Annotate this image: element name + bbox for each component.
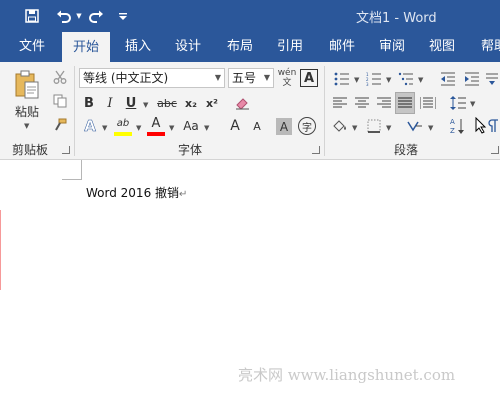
cut-icon[interactable] bbox=[50, 68, 70, 86]
tab-home[interactable]: 开始 bbox=[62, 32, 110, 62]
shading-icon[interactable] bbox=[330, 116, 350, 136]
character-shading-button[interactable]: A bbox=[276, 118, 292, 135]
increase-indent-icon[interactable] bbox=[462, 70, 482, 88]
distributed-align-icon[interactable] bbox=[418, 93, 438, 113]
paste-button-label[interactable]: 粘贴 bbox=[10, 104, 44, 119]
ribbon-tabs: 文件 开始 插入 设计 布局 引用 邮件 审阅 视图 帮助 bbox=[0, 32, 500, 62]
highlight-dropdown-icon[interactable]: ▼ bbox=[136, 124, 141, 132]
save-icon[interactable] bbox=[22, 6, 42, 26]
undo-dropdown-icon[interactable]: ▼ bbox=[74, 6, 84, 26]
paste-icon[interactable] bbox=[10, 70, 44, 100]
ribbon-home: 粘贴 ▼ 剪贴板 等线 (中文正文) ▼ 五号 ▼ wén 文 A B I U … bbox=[0, 62, 500, 160]
paragraph-mark: ↵ bbox=[179, 189, 188, 200]
phonetic-guide-button[interactable]: wén 文 bbox=[277, 66, 297, 90]
bullets-dropdown-icon[interactable]: ▼ bbox=[354, 76, 359, 84]
font-name-value: 等线 (中文正文) bbox=[83, 71, 169, 85]
borders-dropdown-icon[interactable]: ▼ bbox=[386, 124, 391, 132]
tab-file[interactable]: 文件 bbox=[8, 32, 56, 62]
undo-icon[interactable] bbox=[52, 6, 76, 26]
svg-text:A: A bbox=[450, 118, 455, 126]
tab-help[interactable]: 帮助 bbox=[470, 32, 500, 62]
chevron-down-icon: ▼ bbox=[263, 73, 270, 82]
borders-icon[interactable] bbox=[364, 116, 384, 136]
change-case-dropdown-icon[interactable]: ▼ bbox=[204, 124, 209, 132]
line-spacing-dropdown-icon[interactable]: ▼ bbox=[470, 100, 475, 108]
tab-references[interactable]: 引用 bbox=[266, 32, 314, 62]
asian-layout-dropdown-icon[interactable]: ▼ bbox=[428, 124, 433, 132]
copy-icon[interactable] bbox=[50, 92, 70, 110]
svg-text:3: 3 bbox=[366, 82, 369, 86]
shrink-font-button[interactable]: A bbox=[248, 115, 266, 137]
font-group-label: 字体 bbox=[178, 143, 203, 157]
superscript-button[interactable]: x² bbox=[203, 93, 221, 113]
font-size-select[interactable]: 五号 ▼ bbox=[228, 68, 274, 88]
font-color-button[interactable]: A bbox=[146, 115, 166, 132]
grow-font-button[interactable]: A bbox=[226, 115, 244, 137]
paragraph-launcher-icon[interactable] bbox=[491, 146, 499, 154]
document-title: 文档1 - Word bbox=[356, 11, 437, 26]
bold-button[interactable]: B bbox=[80, 93, 98, 113]
paragraph-group-label: 段落 bbox=[394, 143, 419, 157]
highlight-button[interactable]: ab bbox=[113, 115, 133, 132]
numbering-dropdown-icon[interactable]: ▼ bbox=[386, 76, 391, 84]
sort-icon[interactable]: AZ bbox=[448, 114, 468, 138]
font-color-dropdown-icon[interactable]: ▼ bbox=[169, 124, 174, 132]
align-center-icon[interactable] bbox=[352, 93, 372, 113]
subscript-button[interactable]: x₂ bbox=[182, 93, 200, 113]
watermark: 亮术网 www.liangshunet.com bbox=[238, 366, 456, 384]
tab-review[interactable]: 审阅 bbox=[368, 32, 416, 62]
text-effects-dropdown-icon[interactable]: ▼ bbox=[102, 124, 107, 132]
clipboard-launcher-icon[interactable] bbox=[62, 146, 70, 154]
justify-icon[interactable] bbox=[395, 92, 415, 114]
font-launcher-icon[interactable] bbox=[312, 146, 320, 154]
tab-view[interactable]: 视图 bbox=[418, 32, 466, 62]
align-right-icon[interactable] bbox=[374, 93, 394, 113]
font-color-swatch bbox=[147, 132, 165, 136]
tab-mailings[interactable]: 邮件 bbox=[318, 32, 366, 62]
margin-corner-mark bbox=[62, 160, 82, 180]
page-edge bbox=[0, 210, 2, 290]
text-effects-button[interactable]: A bbox=[80, 115, 100, 137]
clear-formatting-icon[interactable] bbox=[234, 93, 252, 113]
group-divider bbox=[324, 66, 325, 156]
decrease-indent-icon[interactable] bbox=[438, 70, 458, 88]
multilevel-dropdown-icon[interactable]: ▼ bbox=[418, 76, 423, 84]
underline-dropdown-icon[interactable]: ▼ bbox=[143, 101, 148, 109]
tab-layout[interactable]: 布局 bbox=[216, 32, 264, 62]
asian-layout-icon[interactable] bbox=[404, 116, 426, 136]
align-left-icon[interactable] bbox=[330, 93, 350, 113]
change-case-button[interactable]: Aa bbox=[180, 115, 202, 137]
document-body-text[interactable]: Word 2016 撤销↵ bbox=[86, 184, 187, 201]
underline-button[interactable]: U bbox=[122, 93, 140, 113]
character-border-button[interactable]: A bbox=[300, 69, 318, 87]
numbering-icon[interactable]: 123 bbox=[364, 70, 384, 88]
group-divider bbox=[74, 66, 75, 156]
chinese-layout-icon[interactable] bbox=[484, 70, 500, 88]
title-bar: ▼ 文档1 - Word bbox=[0, 0, 500, 32]
strikethrough-button[interactable]: abc bbox=[155, 93, 179, 113]
bullets-icon[interactable] bbox=[332, 70, 352, 88]
tab-design[interactable]: 设计 bbox=[164, 32, 212, 62]
enclose-characters-button[interactable]: 字 bbox=[298, 117, 316, 135]
clipboard-group-label: 剪贴板 bbox=[12, 143, 49, 157]
show-hide-marks-icon[interactable] bbox=[486, 116, 500, 136]
svg-text:Z: Z bbox=[450, 127, 455, 135]
multilevel-list-icon[interactable] bbox=[396, 70, 416, 88]
tab-insert[interactable]: 插入 bbox=[114, 32, 162, 62]
font-size-value: 五号 bbox=[232, 71, 257, 85]
chevron-down-icon: ▼ bbox=[214, 73, 221, 82]
font-name-select[interactable]: 等线 (中文正文) ▼ bbox=[79, 68, 225, 88]
shading-dropdown-icon[interactable]: ▼ bbox=[352, 124, 357, 132]
customize-qat-icon[interactable] bbox=[116, 6, 130, 26]
format-painter-icon[interactable] bbox=[50, 116, 70, 134]
redo-icon[interactable] bbox=[86, 6, 106, 26]
line-spacing-icon[interactable] bbox=[448, 93, 468, 113]
paste-dropdown-icon[interactable]: ▼ bbox=[24, 122, 29, 130]
document-text: Word 2016 撤销 bbox=[86, 186, 180, 200]
italic-button[interactable]: I bbox=[101, 93, 119, 113]
highlight-color-swatch bbox=[114, 132, 132, 136]
